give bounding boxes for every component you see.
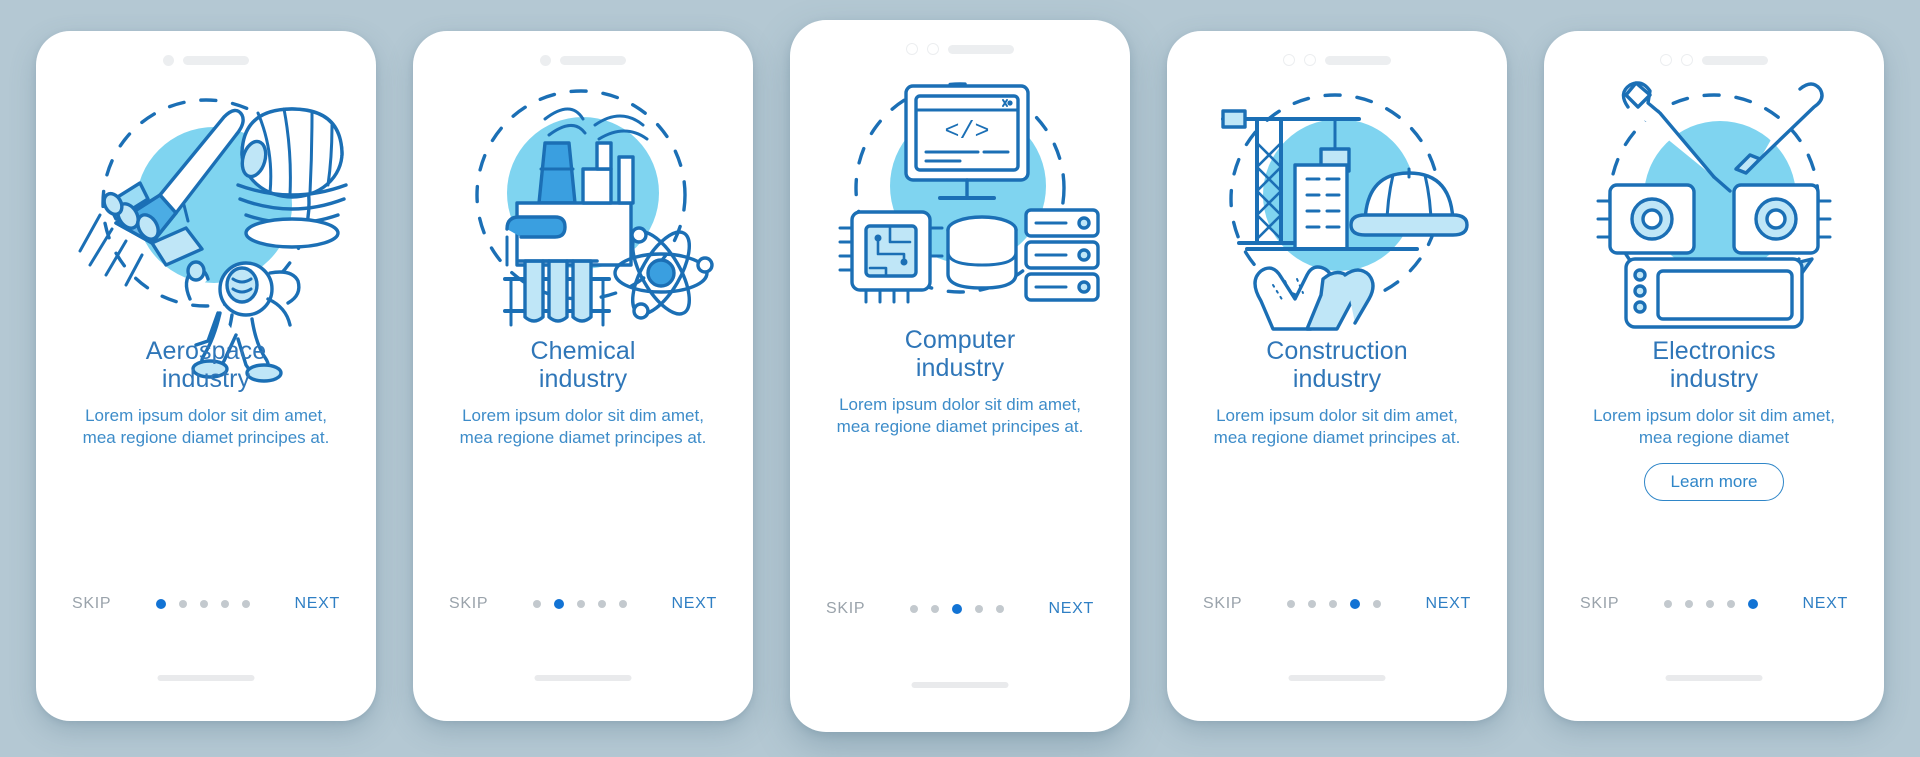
- pagination-dot-1[interactable]: [909, 605, 918, 613]
- onboarding-nav: SKIP NEXT: [790, 596, 1130, 622]
- phone-status-bar: [413, 31, 753, 71]
- onboarding-nav: SKIP NEXT: [1544, 591, 1884, 617]
- speaker-grille-icon: [1325, 55, 1391, 65]
- onboarding-screens-stage: Aerospace industry Lorem ipsum dolor sit…: [0, 0, 1920, 757]
- page-title: Aerospace industry: [145, 337, 267, 393]
- pagination-dot-3[interactable]: [199, 600, 208, 608]
- speaker-grille-icon: [1702, 55, 1768, 65]
- screen-text-block: Construction industry Lorem ipsum dolor …: [1167, 331, 1507, 449]
- camera-ring-icon: [906, 43, 918, 55]
- sensor-ring-icon: [1681, 54, 1693, 66]
- pagination-dot-2[interactable]: [178, 600, 187, 608]
- camera-dot-icon: [540, 54, 551, 66]
- camera-ring-icon: [1660, 54, 1672, 66]
- onboarding-screen-chemical: Chemical industry Lorem ipsum dolor sit …: [413, 31, 753, 721]
- computer-illustration: </>: [810, 62, 1110, 320]
- pagination-dot-3[interactable]: [1328, 600, 1337, 608]
- page-description: Lorem ipsum dolor sit dim amet, mea regi…: [1213, 406, 1461, 447]
- page-description: Lorem ipsum dolor sit dim amet, mea regi…: [82, 406, 330, 447]
- onboarding-screen-electronics: Electronics industry Lorem ipsum dolor s…: [1544, 31, 1884, 721]
- pagination-dots: [532, 599, 627, 609]
- pagination-dot-4[interactable]: [220, 600, 229, 608]
- chemical-illustration: [433, 73, 733, 331]
- pagination-dot-4[interactable]: [1349, 599, 1360, 609]
- skip-button[interactable]: SKIP: [447, 591, 490, 617]
- phone-status-bar: [1544, 31, 1884, 71]
- next-button[interactable]: NEXT: [1801, 591, 1850, 617]
- pagination-dots: [1663, 599, 1758, 609]
- onboarding-screen-construction: Construction industry Lorem ipsum dolor …: [1167, 31, 1507, 721]
- skip-button[interactable]: SKIP: [1201, 591, 1244, 617]
- pagination-dot-5[interactable]: [618, 600, 627, 608]
- pagination-dot-1[interactable]: [1663, 600, 1672, 608]
- page-title: Construction industry: [1266, 337, 1408, 393]
- skip-button[interactable]: SKIP: [1578, 591, 1621, 617]
- pagination-dot-5[interactable]: [1372, 600, 1381, 608]
- phone-status-bar: [790, 20, 1130, 60]
- next-button[interactable]: NEXT: [1424, 591, 1473, 617]
- next-button[interactable]: NEXT: [293, 591, 342, 617]
- pagination-dot-3[interactable]: [576, 600, 585, 608]
- home-indicator[interactable]: [1288, 675, 1386, 681]
- sensor-ring-icon: [1304, 54, 1316, 66]
- pagination-dot-3[interactable]: [951, 604, 962, 614]
- pagination-dot-1[interactable]: [532, 600, 541, 608]
- speaker-grille-icon: [948, 44, 1014, 54]
- screen-text-block: Electronics industry Lorem ipsum dolor s…: [1544, 331, 1884, 501]
- page-title: Chemical industry: [530, 337, 636, 393]
- learn-more-button[interactable]: Learn more: [1643, 462, 1785, 501]
- pagination-dot-5[interactable]: [995, 605, 1004, 613]
- skip-button[interactable]: SKIP: [70, 591, 113, 617]
- pagination-dot-2[interactable]: [1307, 600, 1316, 608]
- pagination-dot-4[interactable]: [597, 600, 606, 608]
- pagination-dot-4[interactable]: [1726, 600, 1735, 608]
- home-indicator[interactable]: [534, 675, 632, 681]
- page-title: Electronics industry: [1652, 337, 1776, 393]
- pagination-dot-5[interactable]: [1747, 599, 1758, 609]
- phone-status-bar: [1167, 31, 1507, 71]
- onboarding-screen-aerospace: Aerospace industry Lorem ipsum dolor sit…: [36, 31, 376, 721]
- pagination-dot-5[interactable]: [241, 600, 250, 608]
- aerospace-illustration: [56, 73, 356, 383]
- pagination-dots: [909, 604, 1004, 614]
- camera-dot-icon: [163, 54, 174, 66]
- page-description: Lorem ipsum dolor sit dim amet, mea regi…: [836, 395, 1084, 436]
- phone-status-bar: [36, 31, 376, 71]
- camera-ring-icon: [1283, 54, 1295, 66]
- home-indicator[interactable]: [911, 682, 1009, 688]
- page-description: Lorem ipsum dolor sit dim amet, mea regi…: [459, 406, 707, 447]
- screen-text-block: Computer industry Lorem ipsum dolor sit …: [790, 320, 1130, 438]
- onboarding-nav: SKIP NEXT: [36, 591, 376, 617]
- speaker-grille-icon: [183, 55, 249, 65]
- screen-text-block: Chemical industry Lorem ipsum dolor sit …: [413, 331, 753, 449]
- svg-text:</>: </>: [944, 117, 989, 146]
- skip-button[interactable]: SKIP: [824, 596, 867, 622]
- pagination-dot-2[interactable]: [1684, 600, 1693, 608]
- onboarding-nav: SKIP NEXT: [413, 591, 753, 617]
- home-indicator[interactable]: [1665, 675, 1763, 681]
- pagination-dots: [155, 599, 250, 609]
- speaker-grille-icon: [560, 55, 626, 65]
- pagination-dot-1[interactable]: [155, 599, 166, 609]
- construction-illustration: [1187, 73, 1487, 331]
- onboarding-nav: SKIP NEXT: [1167, 591, 1507, 617]
- pagination-dot-3[interactable]: [1705, 600, 1714, 608]
- next-button[interactable]: NEXT: [670, 591, 719, 617]
- screen-text-block: Aerospace industry Lorem ipsum dolor sit…: [36, 331, 376, 449]
- pagination-dot-4[interactable]: [974, 605, 983, 613]
- pagination-dot-2[interactable]: [930, 605, 939, 613]
- pagination-dots: [1286, 599, 1381, 609]
- home-indicator[interactable]: [157, 675, 255, 681]
- page-description: Lorem ipsum dolor sit dim amet, mea regi…: [1593, 406, 1835, 447]
- pagination-dot-1[interactable]: [1286, 600, 1295, 608]
- electronics-illustration: [1564, 73, 1864, 331]
- onboarding-screen-computer: </> Computer industry Lorem ipsum dolor …: [790, 20, 1130, 732]
- page-title: Computer industry: [904, 326, 1016, 382]
- pagination-dot-2[interactable]: [553, 599, 564, 609]
- sensor-ring-icon: [927, 43, 939, 55]
- next-button[interactable]: NEXT: [1047, 596, 1096, 622]
